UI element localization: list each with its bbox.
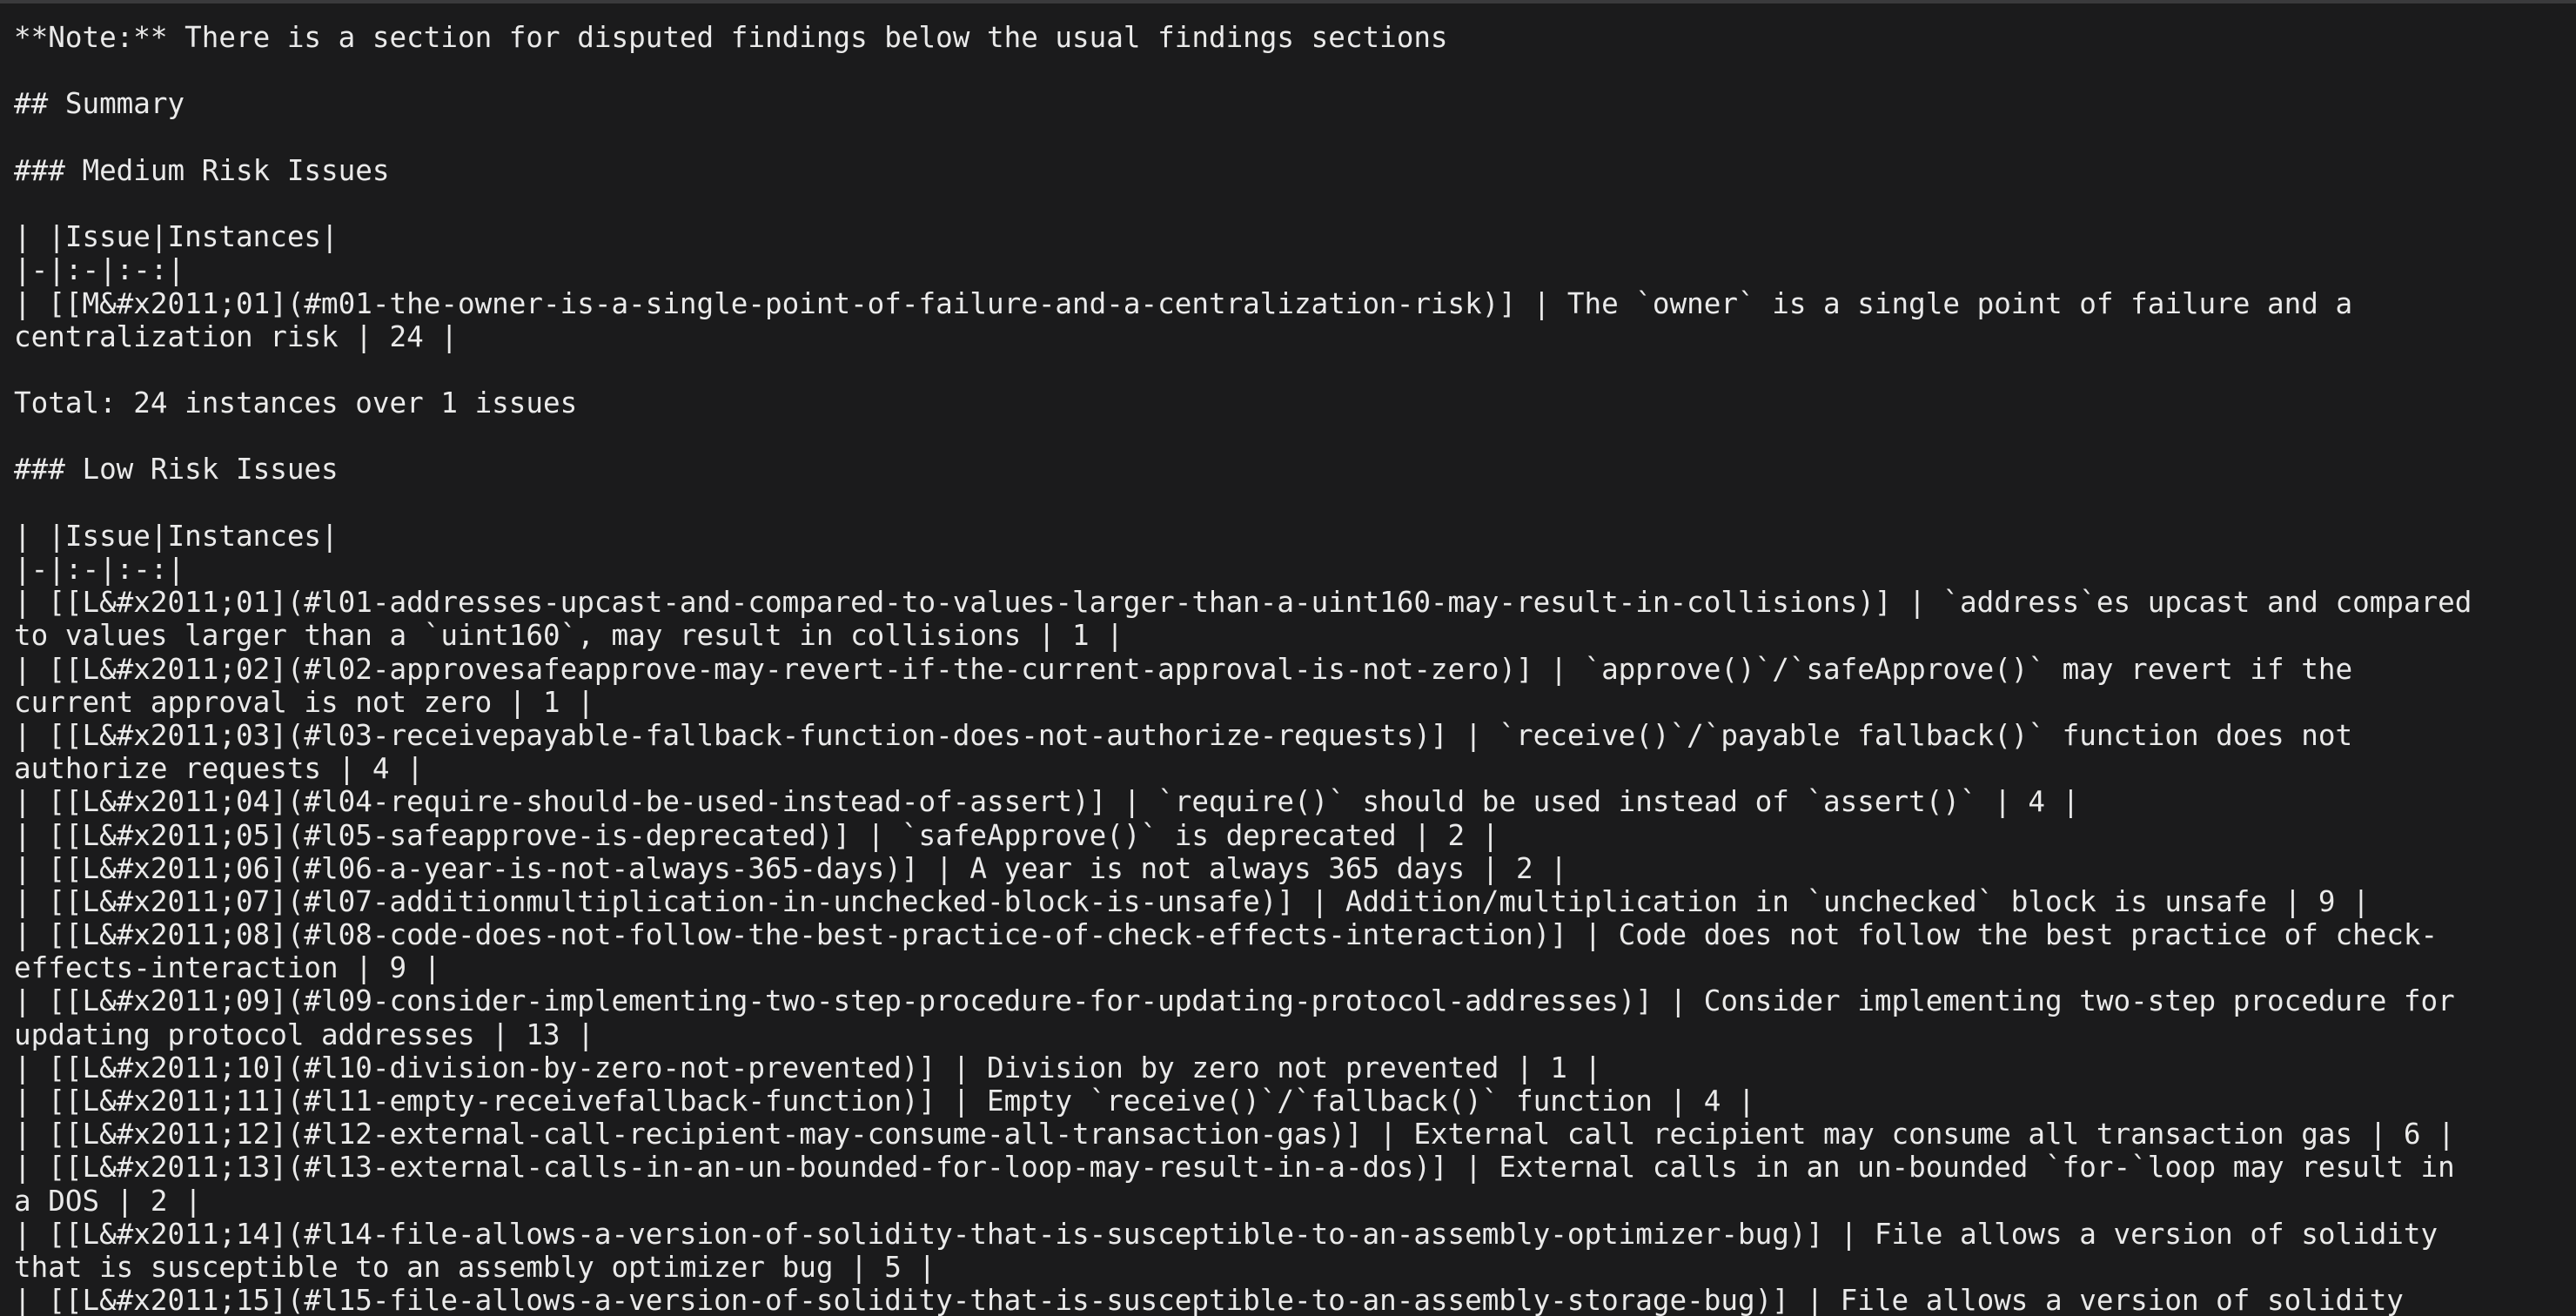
- low-table-header: | |Issue|Instances|: [14, 519, 339, 553]
- low-table-row-l01-wrap: to values larger than a `uint160`, may r…: [14, 619, 1124, 653]
- low-table-row-l04: | [[L&#x2011;04](#l04-require-should-be-…: [14, 785, 2080, 819]
- low-table-row-l14-wrap: that is susceptible to an assembly optim…: [14, 1250, 936, 1284]
- low-risk-heading: ### Low Risk Issues: [14, 453, 339, 487]
- low-table-row-l14: | [[L&#x2011;14](#l14-file-allows-a-vers…: [14, 1217, 2438, 1251]
- low-table-row-l05: | [[L&#x2011;05](#l05-safeapprove-is-dep…: [14, 818, 1499, 852]
- low-table-row-l03-wrap: authorize requests | 4 |: [14, 752, 424, 786]
- low-table-row-l02-wrap: current approval is not zero | 1 |: [14, 685, 594, 719]
- summary-heading: ## Summary: [14, 87, 185, 121]
- low-table-row-l12: | [[L&#x2011;12](#l12-external-call-reci…: [14, 1118, 2455, 1152]
- low-table-separator: |-|:-|:-:|: [14, 553, 185, 586]
- low-table-row-l01: | [[L&#x2011;01](#l01-addresses-upcast-a…: [14, 586, 2472, 620]
- low-table-row-l08-wrap: effects-interaction | 9 |: [14, 951, 441, 985]
- low-table-row-l06: | [[L&#x2011;06](#l06-a-year-is-not-alwa…: [14, 851, 1567, 885]
- medium-risk-heading: ### Medium Risk Issues: [14, 153, 390, 187]
- low-table-row-l07: | [[L&#x2011;07](#l07-additionmultiplica…: [14, 884, 2370, 918]
- medium-table-row-m01: | [[M&#x2011;01](#m01-the-owner-is-a-sin…: [14, 286, 2353, 320]
- low-table-row-l13: | [[L&#x2011;13](#l13-external-calls-in-…: [14, 1151, 2455, 1185]
- low-table-row-l11: | [[L&#x2011;11](#l11-empty-receivefallb…: [14, 1084, 1755, 1118]
- low-table-row-l02: | [[L&#x2011;02](#l02-approvesafeapprove…: [14, 652, 2353, 686]
- low-table-row-l13-wrap: a DOS | 2 |: [14, 1184, 202, 1218]
- low-table-row-l03: | [[L&#x2011;03](#l03-receivepayable-fal…: [14, 718, 2353, 752]
- low-table-row-l15: | [[L&#x2011;15](#l15-file-allows-a-vers…: [14, 1284, 2404, 1316]
- text-viewer[interactable]: **Note:** There is a section for dispute…: [0, 0, 2576, 1316]
- medium-total-line: Total: 24 instances over 1 issues: [14, 386, 578, 420]
- medium-table-row-m01-wrap: centralization risk | 24 |: [14, 319, 458, 353]
- medium-table-separator: |-|:-|:-:|: [14, 253, 185, 287]
- note-line: **Note:** There is a section for dispute…: [14, 21, 1448, 54]
- low-table-row-l09: | [[L&#x2011;09](#l09-consider-implement…: [14, 984, 2455, 1018]
- low-table-row-l09-wrap: updating protocol addresses | 13 |: [14, 1017, 594, 1051]
- low-table-row-l08: | [[L&#x2011;08](#l08-code-does-not-foll…: [14, 918, 2438, 952]
- low-table-row-l10: | [[L&#x2011;10](#l10-division-by-zero-n…: [14, 1051, 1602, 1084]
- medium-table-header: | |Issue|Instances|: [14, 220, 339, 254]
